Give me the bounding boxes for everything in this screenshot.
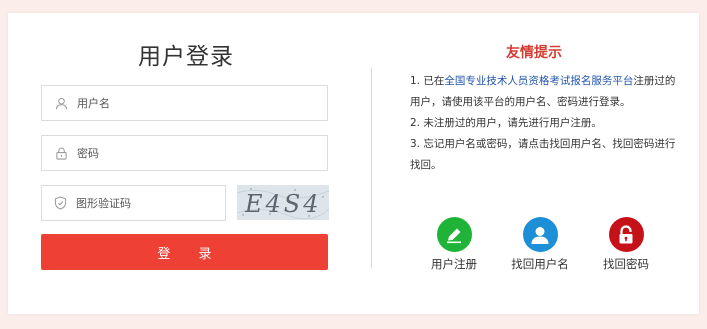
username-input[interactable] [77, 96, 277, 110]
shield-check-icon [54, 196, 67, 210]
recover-password-label: 找回密码 [603, 257, 649, 271]
user-icon [522, 217, 558, 252]
tip-item-1-prefix: 1. 已在 [410, 75, 445, 87]
captcha-text: E4S4 [244, 190, 322, 218]
register-button[interactable]: 用户注册 [412, 217, 496, 272]
lock-outline-icon [54, 146, 68, 160]
tips-title: 友情提示 [506, 45, 562, 61]
lock-icon [608, 217, 644, 252]
register-label: 用户注册 [431, 257, 477, 271]
username-field[interactable] [41, 85, 328, 121]
captcha-input[interactable] [76, 196, 225, 210]
recover-username-label: 找回用户名 [511, 257, 569, 271]
tip-item-3: 3. 忘记用户名或密码，请点击找回用户名、找回密码进行找回。 [410, 138, 676, 171]
platform-link[interactable]: 全国专业技术人员资格考试报名服务平台 [444, 75, 633, 87]
captcha-image[interactable]: E4S4 [237, 185, 329, 220]
tips-list: 1. 已在全国专业技术人员资格考试报名服务平台注册过的用户，请使用该平台的用户名… [410, 71, 680, 176]
login-title: 用户登录 [138, 44, 234, 70]
password-input[interactable] [77, 146, 277, 160]
recover-password-button[interactable]: 找回密码 [584, 217, 668, 272]
tip-item-1: 1. 已在全国专业技术人员资格考试报名服务平台注册过的用户，请使用该平台的用户名… [410, 71, 680, 113]
user-outline-icon [54, 96, 68, 110]
vertical-divider [371, 68, 372, 268]
login-card: 用户登录 用户名 图形验证码 E4S4 登 录 友情提示 1. 已在全国专业技术… [8, 13, 699, 314]
login-button[interactable]: 登 录 [41, 234, 328, 270]
pencil-icon [436, 217, 472, 252]
tip-item-2: 2. 未注册过的用户，请先进行用户注册。 [410, 117, 602, 129]
recover-username-button[interactable]: 找回用户名 [498, 217, 582, 272]
password-field[interactable] [41, 135, 328, 171]
captcha-field[interactable] [41, 185, 226, 221]
